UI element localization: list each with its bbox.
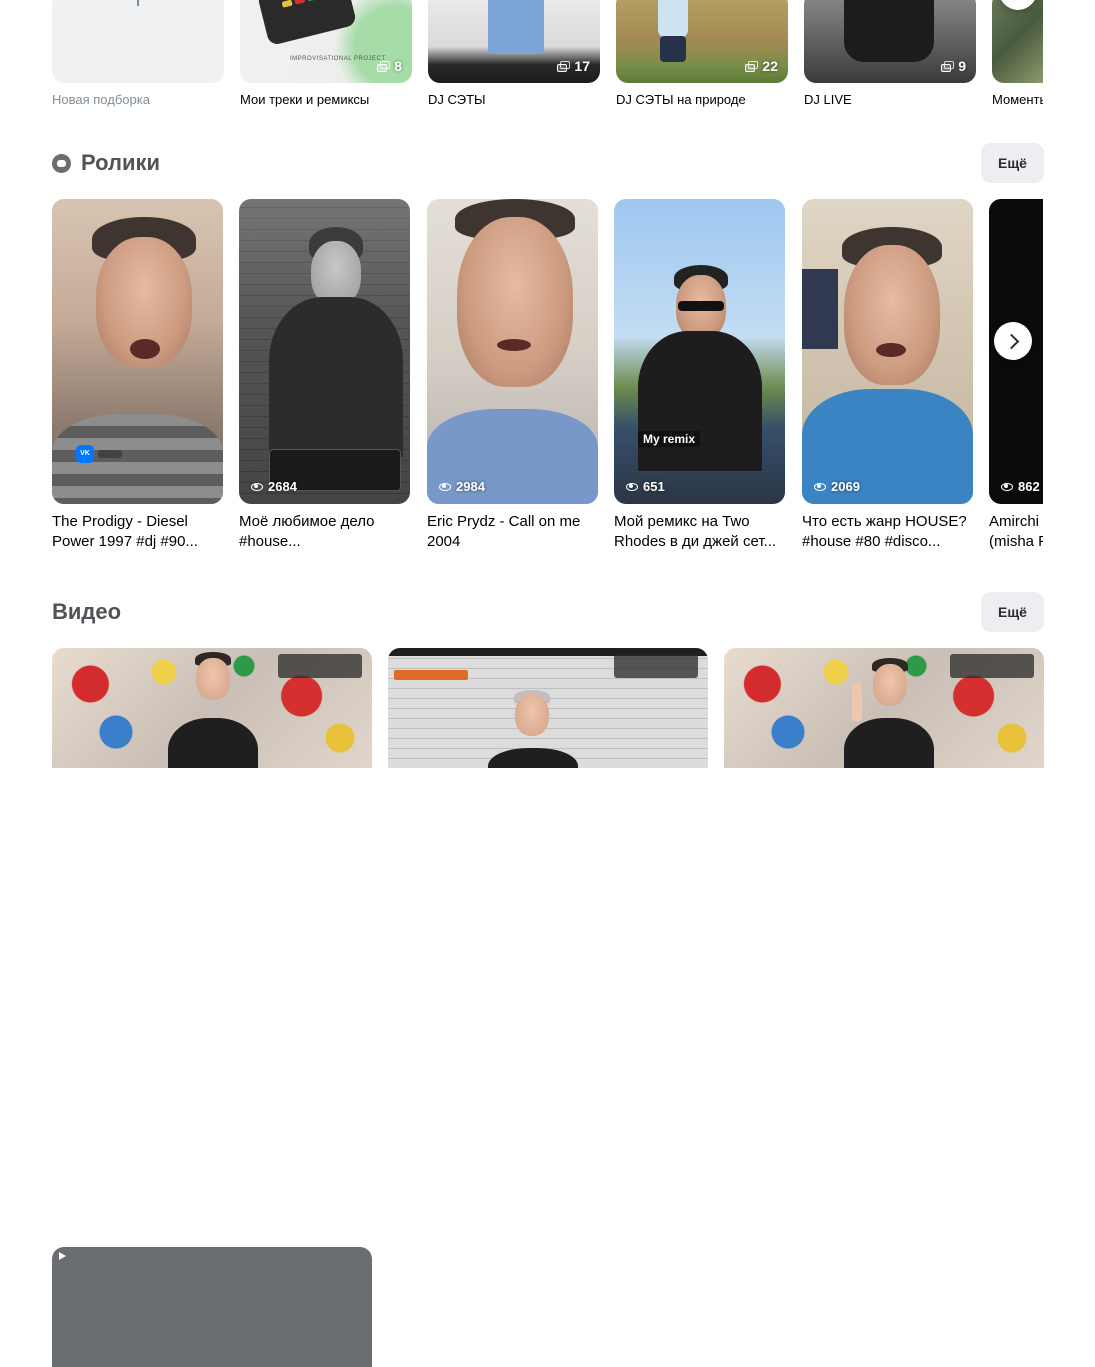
clip-title[interactable]: Amirchi (misha F bbox=[989, 512, 1043, 552]
album-label: DJ СЭТЫ на природе bbox=[616, 92, 746, 107]
clip-title[interactable]: The Prodigy - Diesel Power 1997 #dj #90.… bbox=[52, 512, 224, 552]
album-count-badge: 17 bbox=[557, 58, 590, 74]
clip-views: 2069 bbox=[814, 479, 860, 494]
video-play-icon bbox=[52, 1247, 372, 1367]
clip-views: 2984 bbox=[439, 479, 485, 494]
eye-icon bbox=[1001, 482, 1013, 491]
album-count-badge: 8 bbox=[377, 58, 402, 74]
stack-icon bbox=[377, 60, 391, 72]
clip-card[interactable]: VK bbox=[52, 199, 223, 504]
album-label: Моменты bbox=[992, 92, 1043, 107]
album-card-dj-nature[interactable]: 22 bbox=[616, 0, 788, 83]
clip-title[interactable]: Мой ремикс на Two Rhodes в ди джей сет..… bbox=[614, 512, 786, 552]
album-card-dj-sets[interactable]: 17 bbox=[428, 0, 600, 83]
clip-views: 2684 bbox=[251, 479, 297, 494]
album-count-badge: 22 bbox=[745, 58, 778, 74]
stack-icon bbox=[745, 60, 759, 72]
album-count-badge: 9 bbox=[941, 58, 966, 74]
eye-icon bbox=[814, 482, 826, 491]
video-card[interactable] bbox=[724, 648, 1044, 768]
video-overlay-widget bbox=[950, 654, 1034, 678]
person-image bbox=[488, 0, 544, 54]
clip-overlay-caption: My remix bbox=[638, 431, 701, 447]
album-card-dj-live[interactable]: 9 bbox=[804, 0, 976, 83]
vk-logo-badge: VK bbox=[76, 445, 122, 463]
video-more-button[interactable]: Ещё bbox=[981, 592, 1044, 632]
video-overlay-widget bbox=[394, 670, 468, 680]
album-label: Новая подборка bbox=[52, 92, 150, 107]
album-label: DJ LIVE bbox=[804, 92, 852, 107]
chevron-right-icon bbox=[1003, 333, 1019, 349]
clips-icon bbox=[52, 153, 71, 173]
clips-more-button[interactable]: Ещё bbox=[981, 143, 1044, 183]
pos-terminal-image bbox=[256, 0, 358, 47]
clip-card[interactable]: My remix 651 bbox=[614, 199, 785, 504]
clips-next-button[interactable] bbox=[994, 322, 1032, 360]
person-image bbox=[658, 0, 688, 38]
plus-icon bbox=[137, 0, 139, 6]
clip-title[interactable]: Моё любимое дело #house... bbox=[239, 512, 411, 552]
video-card[interactable] bbox=[388, 648, 708, 768]
clip-title[interactable]: Eric Prydz - Call on me 2004 bbox=[427, 512, 599, 552]
video-card[interactable] bbox=[52, 648, 372, 768]
album-label: Мои треки и ремиксы bbox=[240, 92, 370, 107]
clip-views: 862 bbox=[1001, 479, 1040, 494]
video-section-title: Видео bbox=[52, 599, 372, 1367]
stack-icon bbox=[557, 60, 571, 72]
album-card-tracks[interactable]: IMPROVISATIONAL PROJECT 8 bbox=[240, 0, 412, 83]
eye-icon bbox=[439, 482, 451, 491]
album-image-caption: IMPROVISATIONAL PROJECT bbox=[290, 56, 386, 62]
stack-icon bbox=[941, 60, 955, 72]
clip-views: 651 bbox=[626, 479, 665, 494]
clips-section-title: Ролики bbox=[52, 150, 160, 176]
person-image bbox=[844, 0, 934, 62]
clip-card[interactable]: 2984 bbox=[427, 199, 598, 504]
clip-title[interactable]: Что есть жанр HOUSE? #house #80 #disco..… bbox=[802, 512, 974, 552]
album-card-moments[interactable] bbox=[992, 0, 1043, 83]
video-overlay-widget bbox=[278, 654, 362, 678]
album-card-new[interactable] bbox=[52, 0, 224, 83]
clip-card[interactable]: 2684 bbox=[239, 199, 410, 504]
eye-icon bbox=[251, 482, 263, 491]
eye-icon bbox=[626, 482, 638, 491]
clip-card[interactable]: 2069 bbox=[802, 199, 973, 504]
album-label: DJ СЭТЫ bbox=[428, 92, 486, 107]
video-overlay-widget bbox=[614, 654, 698, 678]
